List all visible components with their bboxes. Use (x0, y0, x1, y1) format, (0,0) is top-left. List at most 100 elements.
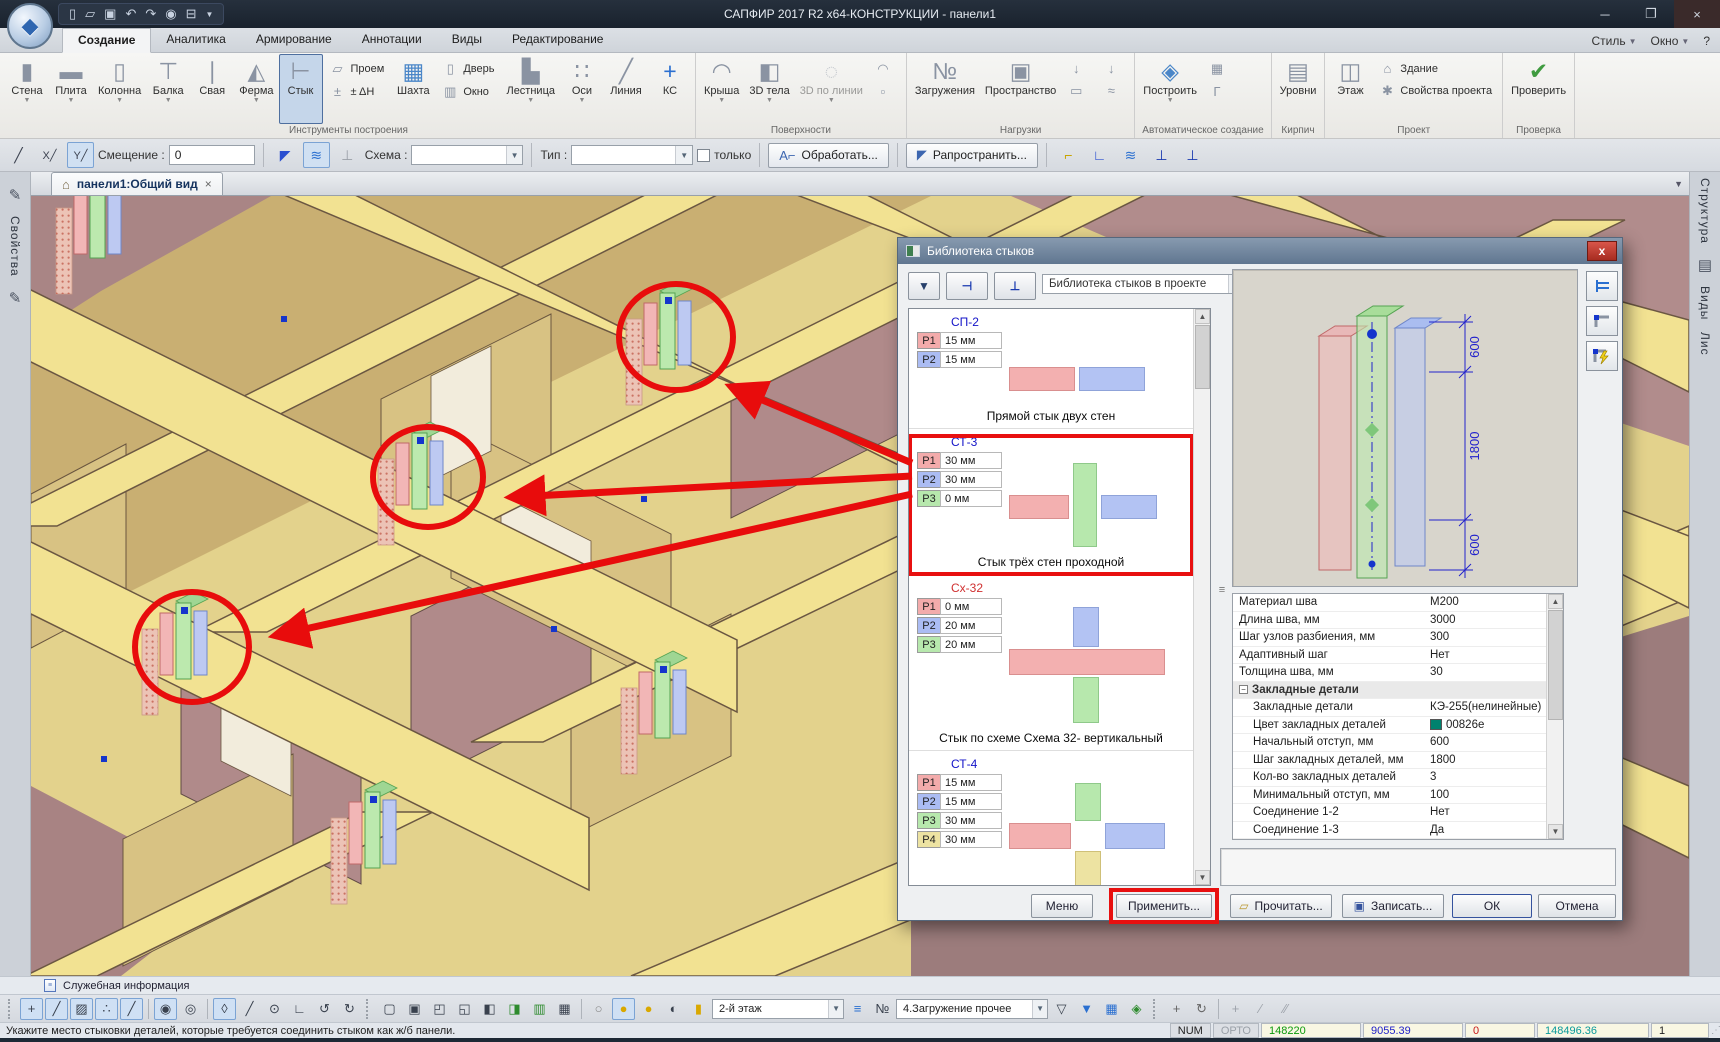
ribbon-button-beam[interactable]: ⊤ Балка▼ (146, 54, 190, 124)
property-row[interactable]: Шаг закладных деталей, мм 1800 (1233, 752, 1546, 770)
pan-button[interactable]: + (1165, 998, 1188, 1020)
lock-open-button[interactable]: ◎ (179, 998, 202, 1020)
slope-1-disabled-button[interactable]: ∕ (1249, 998, 1272, 1020)
ribbon-button-space[interactable]: ▣ Пространство (980, 54, 1061, 124)
ribbon-button-building[interactable]: ⌂Здание (1375, 59, 1496, 78)
scroll-down-icon[interactable]: ▼ (1195, 870, 1210, 885)
sheets-panel-tab[interactable]: Лис (1698, 332, 1712, 356)
joint-corner-button[interactable]: ∟ (1086, 142, 1113, 168)
view-cube-3-button[interactable]: ◰ (428, 998, 451, 1020)
property-row[interactable]: Материал шва М200 (1233, 594, 1546, 612)
joint-stack-button[interactable]: ≋ (303, 142, 330, 168)
joint-3d-preview[interactable]: 600 1800 600 (1232, 269, 1578, 587)
dialog-close-button[interactable]: x (1587, 241, 1617, 261)
splitter-grip[interactable]: ≡ (1215, 568, 1229, 612)
property-row[interactable]: Толщина шва, мм 30 (1233, 664, 1546, 682)
corner-select-button[interactable]: ◤ (272, 142, 299, 168)
tab-Аннотации[interactable]: Аннотации (347, 28, 437, 52)
ribbon-button-shaft[interactable]: ▦ Шахта (391, 54, 435, 124)
view-cube-4-button[interactable]: ◱ (453, 998, 476, 1020)
save-icon[interactable]: ▣ (104, 6, 116, 22)
horizontal-joint-type-button[interactable]: ⊥ (994, 272, 1036, 300)
resize-grip[interactable]: ⋰ (1711, 1025, 1720, 1036)
layers-button[interactable]: ≡ (846, 998, 869, 1020)
draw-line-pencil-button[interactable]: ╱ (45, 998, 68, 1020)
ribbon-button-crane[interactable]: Γ (1205, 82, 1234, 101)
model-green-1-button[interactable]: ◨ (503, 998, 526, 1020)
angle-mode-button[interactable]: ∟ (288, 998, 311, 1020)
ribbon-button-ks[interactable]: + КС (648, 54, 692, 124)
write-button[interactable]: ▣Записать... (1342, 894, 1444, 918)
joint-corner-lightning-button[interactable] (1586, 341, 1618, 371)
properties-scrollbar[interactable]: ▲ ▼ (1546, 594, 1563, 839)
structure-panel-tab[interactable]: Структура (1698, 178, 1712, 244)
read-button[interactable]: ▱Прочитать... (1230, 894, 1332, 918)
toolbar-grip[interactable] (1153, 999, 1160, 1019)
rotate-ucs-y-button[interactable]: ↻ (338, 998, 361, 1020)
edit-properties-icon[interactable]: ✎ (9, 289, 22, 307)
draw-hatch-pencil-button[interactable]: ▨ (70, 998, 93, 1020)
ribbon-button-pile[interactable]: ∣ Свая (190, 54, 234, 124)
ribbon-button-stairs[interactable]: ▙ Лестница▼ (501, 54, 560, 124)
filter-edit-button[interactable]: ▽ (1050, 998, 1073, 1020)
tab-Создание[interactable]: Создание (62, 28, 151, 53)
view-cube-2-button[interactable]: ▣ (403, 998, 426, 1020)
lamp-on-button[interactable]: ● (612, 998, 635, 1020)
joint-horizontal-seams-button[interactable] (1586, 271, 1618, 301)
ribbon-button-opening[interactable]: ▱Проем (326, 59, 389, 79)
property-row[interactable]: Цвет закладных деталей 00826e (1233, 717, 1546, 735)
scroll-up-icon[interactable]: ▲ (1548, 594, 1563, 609)
filter-button[interactable]: ▼ (908, 272, 940, 300)
line-mode-button[interactable]: ╱ (238, 998, 261, 1020)
toolbar-grip[interactable] (366, 999, 373, 1019)
joint-base-1-button[interactable]: ⊥ (1148, 142, 1175, 168)
apply-button[interactable]: Применить... (1116, 894, 1212, 918)
process-button[interactable]: A⌐Обработать... (768, 143, 889, 168)
property-row[interactable]: Длина шва, мм 3000 (1233, 612, 1546, 630)
floor-combo[interactable]: 2-й этаж▼ (712, 999, 844, 1019)
ribbon-button-column[interactable]: ▯ Колонна▼ (93, 54, 146, 124)
window-menu[interactable]: Окно▼ (1651, 34, 1690, 48)
filter-table-button[interactable]: ▦ (1100, 998, 1123, 1020)
ribbon-button-load-cases[interactable]: № Загружения (910, 54, 980, 124)
ribbon-button-load-truck[interactable]: ▭ (1064, 81, 1093, 101)
filter-cursor-button[interactable]: ▼ (1075, 998, 1098, 1020)
joint-cylinder-button[interactable]: ≋ (1117, 142, 1144, 168)
move-disabled-button[interactable]: + (1224, 998, 1247, 1020)
help-button[interactable]: ? (1703, 34, 1710, 48)
ribbon-button-delta-h[interactable]: ±± ΔН (326, 82, 389, 101)
joint-base-2-button[interactable]: ⊥ (1179, 142, 1206, 168)
dimension-icon[interactable]: ⊟ (186, 6, 197, 22)
property-row[interactable]: Кол-во закладных деталей 3 (1233, 769, 1546, 787)
maximize-button[interactable]: ❐ (1628, 0, 1674, 28)
property-row[interactable]: Начальный отступ, мм 600 (1233, 734, 1546, 752)
app-logo[interactable]: ◆ (7, 3, 53, 49)
rotate-ucs-x-button[interactable]: ↺ (313, 998, 336, 1020)
ribbon-button-axes[interactable]: ∷ Оси▼ (560, 54, 604, 124)
work-plane-button[interactable]: ◊ (213, 998, 236, 1020)
quick-access-toolbar[interactable]: ▯▱▣↶↷◉⊟▼ (58, 3, 224, 25)
ribbon-button-project-properties[interactable]: ✱Свойства проекта (1375, 81, 1496, 101)
ribbon-button-joint[interactable]: ⊢ Стык (279, 54, 323, 124)
collapse-icon[interactable]: − (1239, 685, 1248, 694)
tab-Редактирование[interactable]: Редактирование (497, 28, 618, 52)
joint-item-Сх-32[interactable]: Сх-32 P10 мм P220 мм P320 мм Стык по схе… (909, 581, 1193, 751)
model-green-2-button[interactable]: ▥ (528, 998, 551, 1020)
joint-list-scrollbar[interactable]: ▲ ▼ (1193, 309, 1210, 885)
lamp-small-button[interactable]: ● (637, 998, 660, 1020)
ribbon-button-build[interactable]: ◈ Построить▼ (1138, 54, 1202, 124)
slope-2-disabled-button[interactable]: ∕∕ (1274, 998, 1297, 1020)
property-row[interactable]: Шаг узлов разбиения, мм 300 (1233, 629, 1546, 647)
apply-check-button[interactable]: ◈ (1125, 998, 1148, 1020)
view-cube-5-button[interactable]: ◧ (478, 998, 501, 1020)
joint-corner-button[interactable] (1586, 306, 1618, 336)
view-cube-1-button[interactable]: ▢ (378, 998, 401, 1020)
ribbon-button-load-wave[interactable]: ≈ (1099, 81, 1128, 100)
ribbon-button-load-strip[interactable]: ↓ (1064, 59, 1093, 78)
views-panel-tab[interactable]: Виды (1698, 286, 1712, 320)
lamp-projector-button[interactable]: ◐ (662, 998, 685, 1020)
library-source-combo[interactable]: Библиотека стыков в проекте ▼ (1042, 274, 1246, 294)
undo-icon[interactable]: ↶ (125, 6, 136, 22)
joint-item-СП-2[interactable]: СП-2 P115 мм P215 мм Прямой стык двух ст… (909, 315, 1193, 429)
load-number-button[interactable]: № (871, 998, 894, 1020)
